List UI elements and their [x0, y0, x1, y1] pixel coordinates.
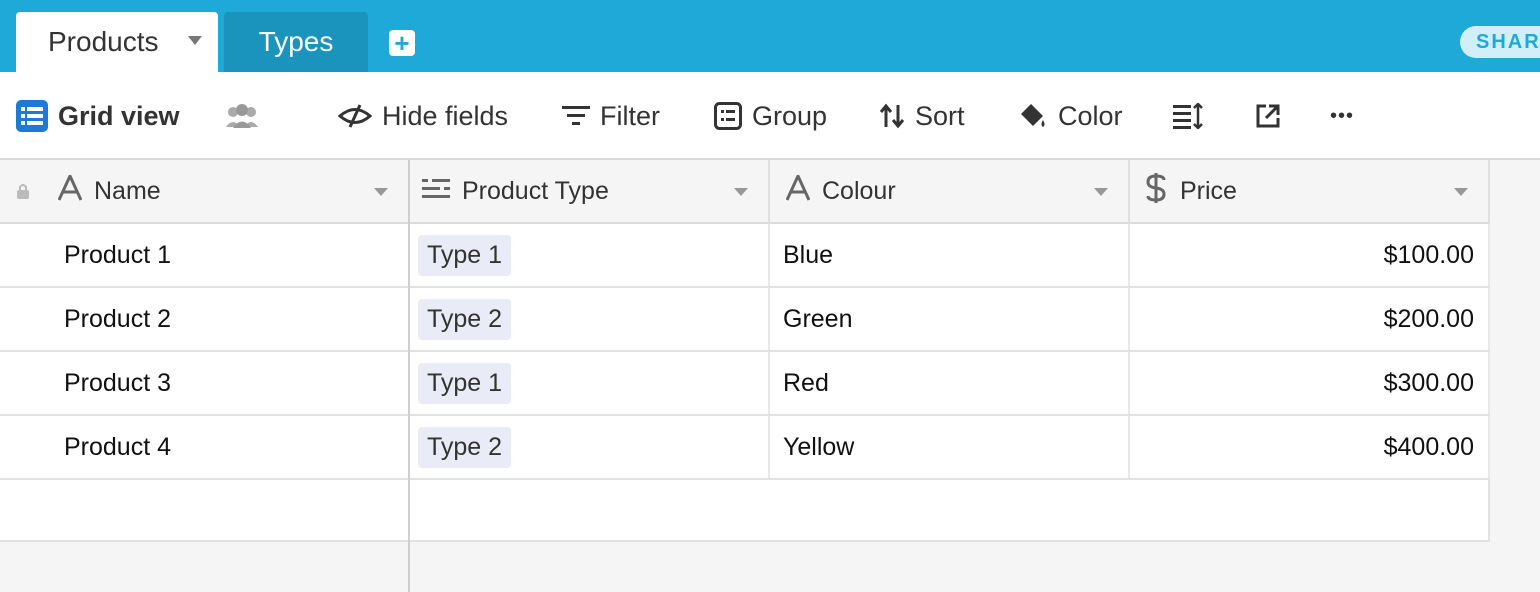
more-options-icon[interactable]: ••• [1330, 72, 1354, 160]
filter-icon [562, 104, 590, 128]
cell-product-type[interactable]: Type 2 [410, 288, 770, 350]
column-header-name[interactable]: Name [0, 160, 410, 222]
cell-text: Product 1 [64, 240, 172, 269]
currency-icon [1144, 172, 1168, 210]
tab-label: Types [258, 26, 334, 57]
text-field-icon [785, 171, 811, 208]
column-label: Product Type [462, 176, 609, 205]
column-label: Price [1180, 176, 1237, 205]
group-icon [714, 102, 742, 130]
grid-view-icon [16, 100, 48, 132]
cell-text: $100.00 [1383, 240, 1474, 269]
linked-record-chip[interactable]: Type 1 [418, 362, 512, 404]
cell-text: $300.00 [1383, 368, 1474, 397]
cell-text: Product 3 [64, 368, 172, 397]
table-row[interactable]: Product 3 Type 1 Red $300.00 [0, 352, 1490, 416]
linked-record-chip[interactable]: Type 2 [418, 426, 512, 468]
group-label: Group [752, 100, 828, 131]
cell-price[interactable]: $100.00 [1130, 224, 1490, 286]
cell-text: Blue [783, 240, 834, 269]
text-field-icon [57, 171, 83, 208]
view-switcher[interactable]: Grid view [16, 72, 180, 160]
sort-button[interactable]: Sort [879, 72, 965, 160]
add-table-icon[interactable]: + [389, 30, 415, 56]
tab-label: Products [48, 26, 159, 57]
table-tab-bar: Products Types + SHAR [0, 0, 1540, 72]
linked-record-chip[interactable]: Type 1 [418, 234, 512, 276]
column-header-price[interactable]: Price [1130, 160, 1490, 222]
column-label: Name [94, 176, 161, 205]
cell-name[interactable]: Product 1 [0, 224, 410, 286]
group-button[interactable]: Group [714, 72, 827, 160]
chevron-down-icon[interactable] [1094, 188, 1108, 196]
tab-types[interactable]: Types [224, 12, 368, 72]
cell-price[interactable]: $200.00 [1130, 288, 1490, 350]
filter-button[interactable]: Filter [562, 72, 660, 160]
cell-colour[interactable]: Yellow [770, 416, 1130, 478]
color-button[interactable]: Color [1018, 72, 1123, 160]
table-row[interactable]: Product 1 Type 1 Blue $100.00 [0, 224, 1490, 288]
linked-record-icon [422, 177, 450, 206]
column-header-row: Name Product Type Colour Price [0, 160, 1490, 224]
eye-slash-icon [338, 103, 372, 129]
cell-product-type[interactable]: Type 1 [410, 352, 770, 414]
share-view-icon[interactable] [1255, 72, 1281, 160]
linked-record-chip[interactable]: Type 2 [418, 298, 512, 340]
cell-product-type[interactable]: Type 1 [410, 224, 770, 286]
chevron-down-icon[interactable] [374, 188, 388, 196]
view-name: Grid view [58, 100, 180, 131]
cell-price[interactable]: $400.00 [1130, 416, 1490, 478]
frozen-column-divider[interactable] [408, 160, 410, 592]
table-row[interactable]: Product 2 Type 2 Green $200.00 [0, 288, 1490, 352]
hide-fields-label: Hide fields [382, 100, 509, 131]
table-row[interactable]: Product 4 Type 2 Yellow $400.00 [0, 416, 1490, 480]
cell-text: Red [783, 368, 829, 397]
column-header-colour[interactable]: Colour [770, 160, 1130, 222]
cell-product-type[interactable]: Type 2 [410, 416, 770, 478]
cell-price[interactable]: $300.00 [1130, 352, 1490, 414]
color-label: Color [1058, 100, 1123, 131]
chevron-down-icon[interactable] [188, 36, 202, 45]
sort-icon [879, 103, 905, 129]
cell-text: Product 4 [64, 432, 172, 461]
filter-label: Filter [600, 100, 660, 131]
lock-icon [16, 177, 30, 206]
cell-text: Product 2 [64, 304, 172, 333]
share-button[interactable]: SHAR [1460, 26, 1540, 58]
view-toolbar: Grid view Hide fields Filter Group Sort … [0, 72, 1540, 160]
sort-label: Sort [915, 100, 965, 131]
collaborators-icon[interactable] [224, 72, 260, 160]
hide-fields-button[interactable]: Hide fields [338, 72, 508, 160]
cell-text: Yellow [783, 432, 855, 461]
paint-bucket-icon [1018, 101, 1048, 131]
add-row-area[interactable] [0, 480, 1490, 542]
cell-text: $200.00 [1383, 304, 1474, 333]
cell-name[interactable]: Product 2 [0, 288, 410, 350]
cell-colour[interactable]: Red [770, 352, 1130, 414]
cell-name[interactable]: Product 4 [0, 416, 410, 478]
cell-text: Green [783, 304, 853, 333]
tab-products[interactable]: Products [16, 12, 218, 72]
cell-name[interactable]: Product 3 [0, 352, 410, 414]
column-label: Colour [822, 176, 896, 205]
cell-text: $400.00 [1383, 432, 1474, 461]
row-height-icon[interactable] [1173, 72, 1203, 160]
cell-colour[interactable]: Green [770, 288, 1130, 350]
cell-colour[interactable]: Blue [770, 224, 1130, 286]
column-header-product-type[interactable]: Product Type [410, 160, 770, 222]
chevron-down-icon[interactable] [1454, 188, 1468, 196]
chevron-down-icon[interactable] [734, 188, 748, 196]
